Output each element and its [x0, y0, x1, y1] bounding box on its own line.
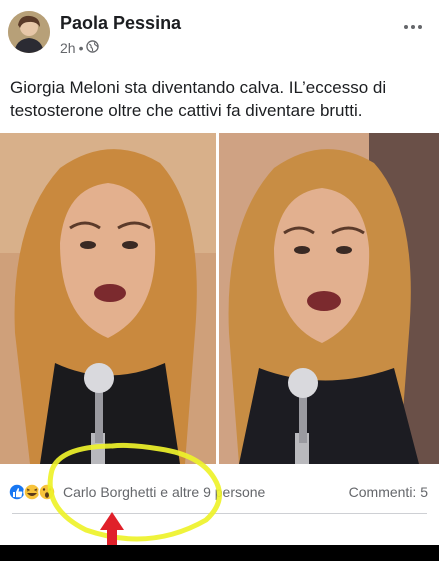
- comments-count[interactable]: Commenti: 5: [349, 484, 428, 500]
- author-avatar[interactable]: [8, 11, 50, 53]
- reaction-icons[interactable]: [8, 482, 68, 502]
- meta-separator: •: [78, 40, 84, 56]
- bottom-black-bar: [0, 545, 439, 561]
- facebook-post: Paola Pessina 2h • Giorgia Meloni sta di…: [0, 0, 439, 561]
- reacted-by-text[interactable]: Carlo Borghetti e altre 9 persone: [63, 484, 265, 500]
- post-header: Paola Pessina 2h •: [0, 0, 439, 66]
- author-name[interactable]: Paola Pessina: [60, 13, 181, 34]
- avatar-image: [8, 11, 50, 53]
- like-icon: [8, 483, 26, 501]
- post-time[interactable]: 2h: [60, 40, 76, 56]
- red-arrow: [100, 512, 124, 545]
- post-photo-right[interactable]: [219, 133, 439, 464]
- reactions-bar: Carlo Borghetti e altre 9 persone Commen…: [8, 480, 428, 504]
- post-photos[interactable]: [0, 133, 439, 464]
- divider: [12, 513, 427, 514]
- post-meta: 2h •: [60, 40, 100, 56]
- post-photo-left[interactable]: [0, 133, 216, 464]
- more-dots-icon[interactable]: [403, 14, 423, 35]
- globe-icon: [86, 40, 100, 56]
- wow-icon: [38, 483, 56, 501]
- haha-icon: [23, 483, 41, 501]
- post-text: Giorgia Meloni sta diventando calva. IL’…: [10, 78, 387, 120]
